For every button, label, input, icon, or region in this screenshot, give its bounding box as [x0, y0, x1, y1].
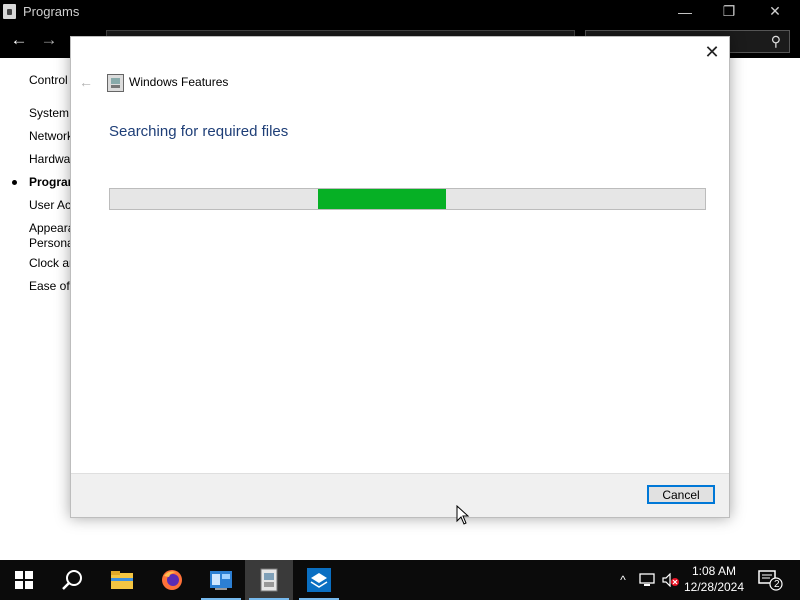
control-panel-titlebar: Programs — ❐ ✕	[0, 0, 800, 23]
windows-start-icon	[15, 571, 33, 589]
sidebar-item-control-panel-home[interactable]: Control	[29, 73, 70, 87]
progress-marquee	[318, 189, 447, 209]
control-panel-sidebar: Control System Network Hardware Programs…	[0, 58, 70, 560]
taskbar-firefox[interactable]	[148, 560, 196, 600]
active-bullet-icon	[12, 180, 17, 185]
volume-tray-button[interactable]	[660, 560, 682, 600]
sidebar-item-system[interactable]: System	[29, 106, 70, 120]
windows-features-icon	[107, 74, 124, 92]
forward-button[interactable]: →	[39, 30, 59, 50]
notification-count-badge: 2	[774, 579, 780, 590]
windows-features-icon	[260, 568, 278, 592]
network-tray-button[interactable]	[636, 560, 658, 600]
dialog-title: Windows Features	[129, 75, 229, 89]
clock[interactable]: 1:08 AM 12/28/2024	[682, 563, 746, 595]
progress-bar	[109, 188, 706, 210]
start-button[interactable]	[0, 560, 48, 600]
minimize-button[interactable]: —	[662, 0, 708, 23]
sidebar-item-personalization[interactable]: Personalization	[29, 236, 70, 250]
search-icon[interactable]: ⚲	[771, 33, 781, 50]
taskbar-file-explorer[interactable]	[98, 560, 146, 600]
status-heading: Searching for required files	[109, 123, 289, 140]
back-button[interactable]: ←	[9, 30, 29, 50]
control-panel-icon	[3, 4, 16, 19]
sidebar-item-hardware[interactable]: Hardware	[29, 152, 70, 166]
windows-features-dialog: ✕ ← Windows Features Searching for requi…	[70, 36, 730, 518]
taskbar: ^ 1:08 AM 12/28/2024 2	[0, 560, 800, 600]
dialog-back-arrow-icon: ←	[79, 74, 93, 90]
taskbar-server-manager[interactable]	[197, 560, 245, 600]
sidebar-item-programs[interactable]: Programs	[29, 175, 70, 189]
show-hidden-icons-button[interactable]: ^	[614, 560, 632, 600]
control-panel-content	[728, 58, 800, 560]
search-icon	[62, 570, 82, 590]
sidebar-item-network[interactable]: Network	[29, 129, 70, 143]
volume-muted-icon	[662, 573, 679, 587]
sidebar-item-user-accounts[interactable]: User Accounts	[29, 198, 70, 212]
clock-time: 1:08 AM	[691, 564, 737, 578]
app-icon	[307, 568, 331, 592]
dialog-close-button[interactable]: ✕	[701, 41, 723, 63]
clock-date: 12/28/2024	[683, 580, 745, 594]
sidebar-item-ease-of-access[interactable]: Ease of Access	[29, 279, 70, 293]
maximize-button[interactable]: ❐	[706, 0, 752, 23]
mouse-cursor-icon	[456, 505, 470, 525]
window-title: Programs	[23, 4, 80, 19]
taskbar-search-button[interactable]	[48, 560, 96, 600]
file-explorer-icon	[111, 571, 133, 589]
cancel-button[interactable]: Cancel	[647, 485, 715, 504]
server-manager-icon	[210, 571, 232, 590]
taskbar-app[interactable]	[295, 560, 343, 600]
sidebar-item-clock[interactable]: Clock and	[29, 256, 70, 270]
sidebar-item-appearance[interactable]: Appearance and	[29, 221, 70, 235]
close-button[interactable]: ✕	[752, 0, 798, 23]
dialog-footer: Cancel	[71, 473, 729, 517]
action-center-button[interactable]: 2	[752, 560, 788, 600]
firefox-icon	[162, 570, 182, 590]
taskbar-windows-features[interactable]	[245, 560, 293, 600]
network-icon	[639, 573, 655, 586]
